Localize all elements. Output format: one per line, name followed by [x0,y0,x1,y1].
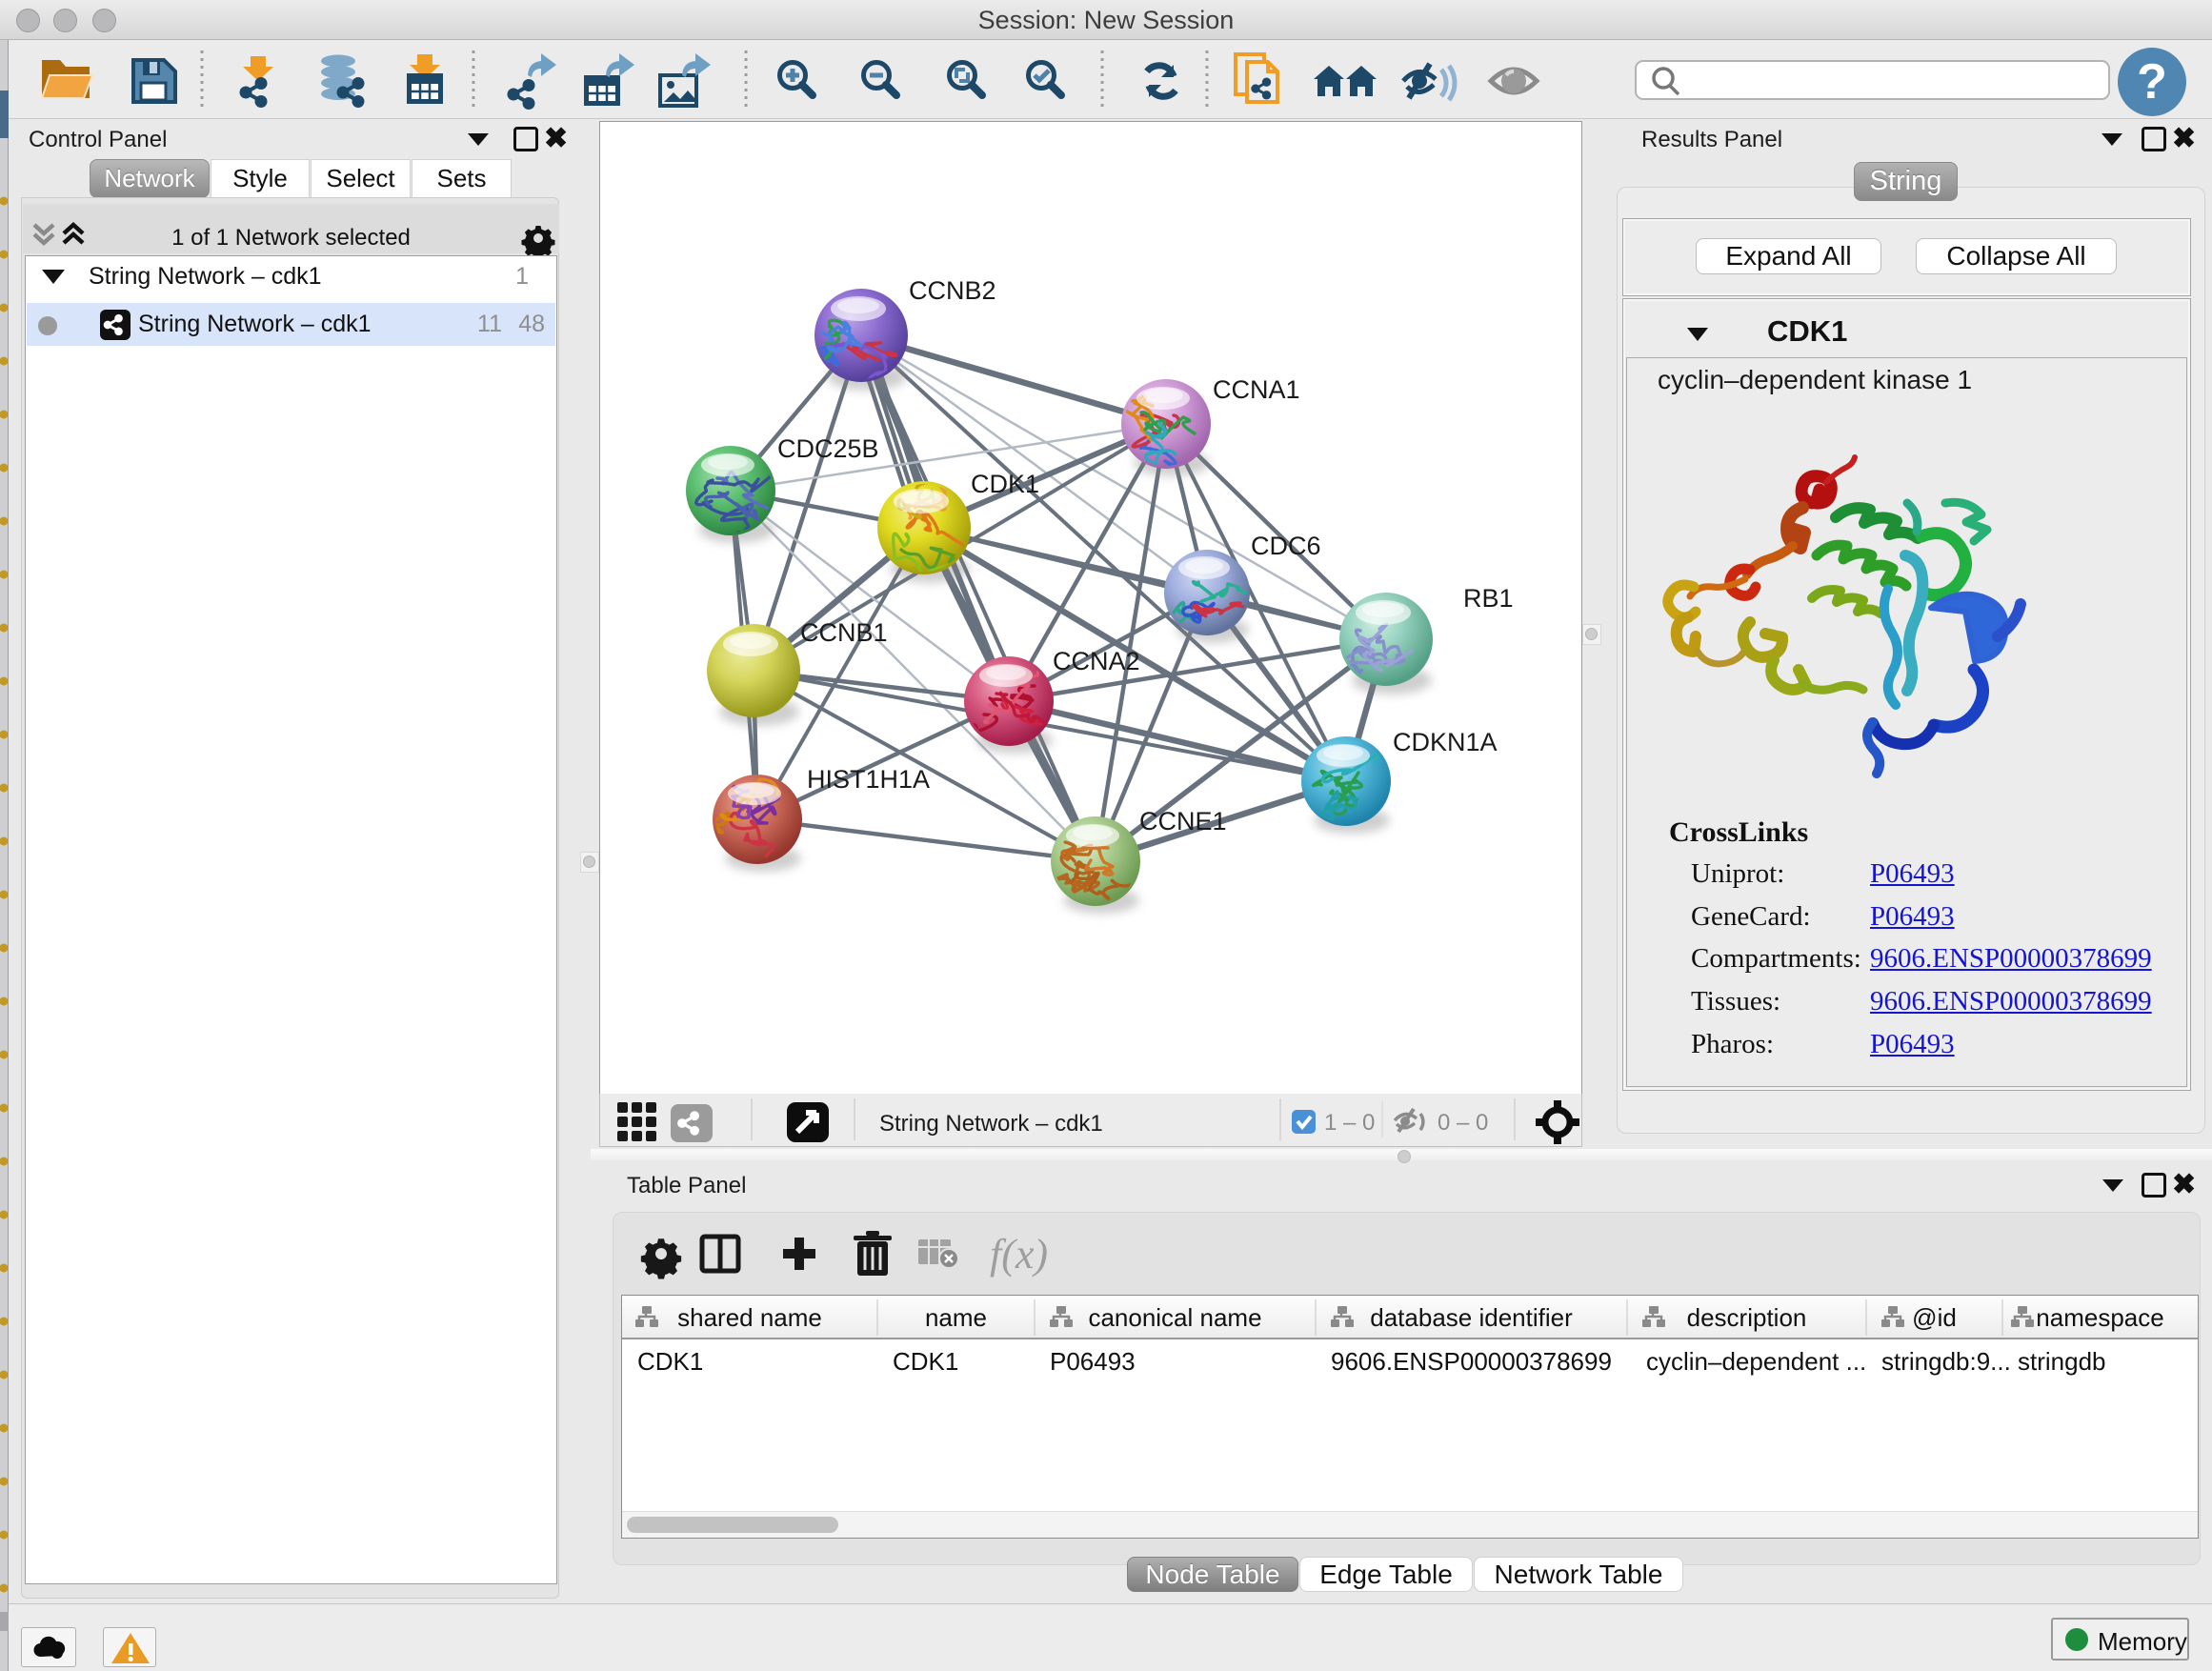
svg-text:HIST1H1A: HIST1H1A [807,765,930,794]
svg-text:CDKN1A: CDKN1A [1393,728,1498,756]
svg-text:CCNE1: CCNE1 [1139,807,1227,836]
svg-text:CCNA1: CCNA1 [1213,375,1300,404]
svg-text:CCNA2: CCNA2 [1053,647,1140,675]
svg-text:0 – 0: 0 – 0 [1438,1110,1488,1136]
svg-text:CDC25B: CDC25B [777,434,879,463]
svg-text:f(x): f(x) [990,1231,1048,1278]
svg-text:CCNB2: CCNB2 [909,276,996,305]
svg-text:CCNB1: CCNB1 [800,618,888,647]
svg-text:RB1: RB1 [1463,584,1514,613]
svg-text:?: ? [2137,54,2167,110]
svg-text:CDK1: CDK1 [971,470,1039,498]
svg-text:1 – 0: 1 – 0 [1324,1110,1375,1136]
svg-text:String Network – cdk1: String Network – cdk1 [879,1111,1103,1137]
svg-text:CDC6: CDC6 [1251,532,1321,560]
